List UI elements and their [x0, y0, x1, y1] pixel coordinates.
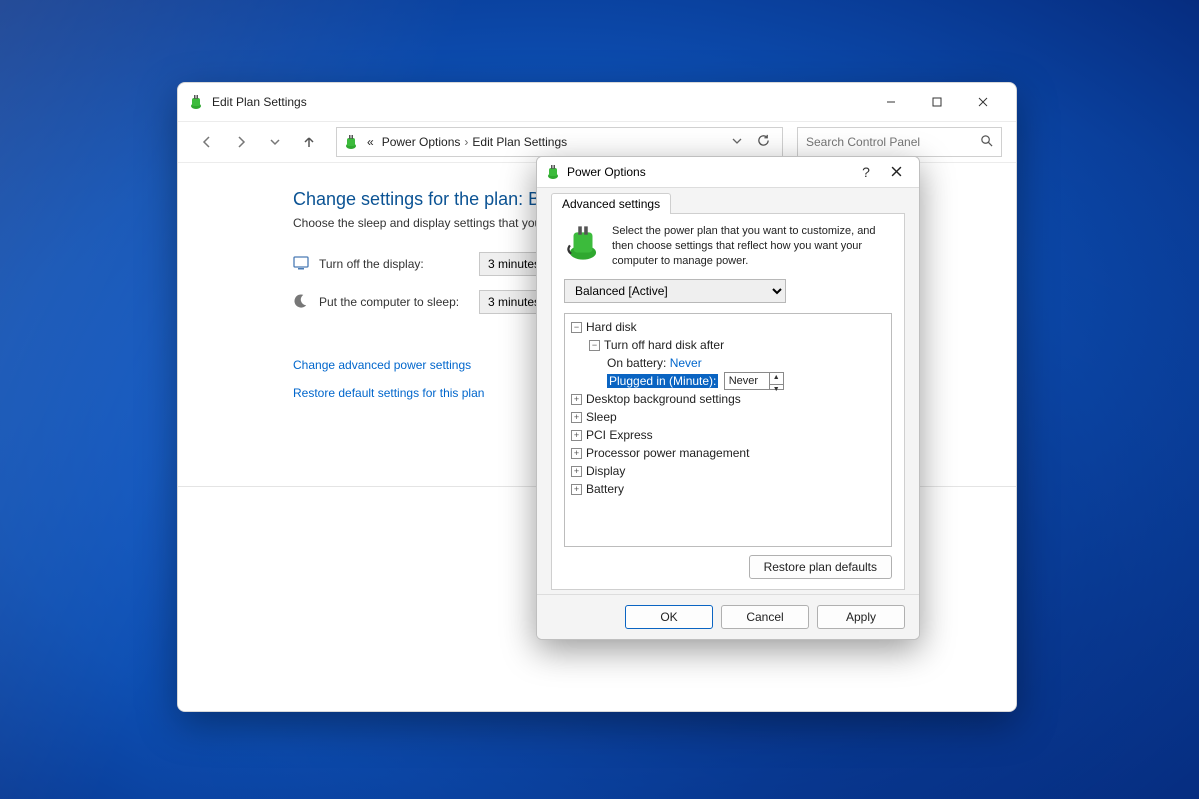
forward-button[interactable]	[226, 127, 256, 157]
window-title: Edit Plan Settings	[212, 95, 307, 109]
power-options-icon	[343, 134, 359, 150]
spinner-down[interactable]: ▼	[770, 385, 783, 396]
up-button[interactable]	[294, 127, 324, 157]
tree-turn-off-hd[interactable]: Turn off hard disk after	[604, 338, 724, 352]
refresh-button[interactable]	[750, 134, 776, 150]
back-button[interactable]	[192, 127, 222, 157]
expand-icon[interactable]: +	[571, 412, 582, 423]
power-options-dialog: Power Options ? Advanced settings Select…	[536, 156, 920, 640]
power-plan-icon	[564, 224, 602, 262]
expand-icon[interactable]: +	[571, 484, 582, 495]
power-plan-select[interactable]: Balanced [Active]	[564, 279, 786, 303]
titlebar: Edit Plan Settings	[178, 83, 1016, 121]
breadcrumb-power-options[interactable]: Power Options	[378, 135, 465, 149]
expand-icon[interactable]: +	[571, 466, 582, 477]
search-icon[interactable]	[980, 134, 993, 150]
address-dropdown[interactable]	[724, 135, 750, 149]
collapse-icon[interactable]: −	[589, 340, 600, 351]
on-battery-value[interactable]: Never	[670, 356, 702, 370]
cancel-button[interactable]: Cancel	[721, 605, 809, 629]
expand-icon[interactable]: +	[571, 430, 582, 441]
on-battery-label: On battery:	[607, 356, 666, 370]
search-input[interactable]	[806, 135, 980, 149]
expand-icon[interactable]: +	[571, 394, 582, 405]
address-bar[interactable]: « Power Options › Edit Plan Settings	[336, 127, 783, 157]
dialog-title: Power Options	[567, 165, 646, 179]
sleep-timeout-label: Put the computer to sleep:	[319, 295, 479, 309]
display-timeout-label: Turn off the display:	[319, 257, 479, 271]
display-icon	[293, 255, 313, 274]
breadcrumb-root[interactable]: «	[363, 135, 378, 149]
recent-dropdown[interactable]	[260, 127, 290, 157]
tree-processor[interactable]: Processor power management	[586, 446, 749, 460]
apply-button[interactable]: Apply	[817, 605, 905, 629]
breadcrumb-edit-plan[interactable]: Edit Plan Settings	[468, 135, 571, 149]
close-button[interactable]	[960, 86, 1006, 118]
expand-icon[interactable]: +	[571, 448, 582, 459]
help-button[interactable]: ?	[851, 164, 881, 180]
tab-panel: Select the power plan that you want to c…	[551, 213, 905, 590]
spinner-up[interactable]: ▲	[770, 373, 783, 385]
dialog-titlebar: Power Options ?	[537, 157, 919, 187]
dialog-intro-text: Select the power plan that you want to c…	[612, 224, 892, 269]
collapse-icon[interactable]: −	[571, 322, 582, 333]
plugged-in-label[interactable]: Plugged in (Minute):	[607, 374, 718, 388]
moon-icon	[293, 293, 313, 311]
search-box[interactable]	[797, 127, 1002, 157]
ok-button[interactable]: OK	[625, 605, 713, 629]
tree-sleep[interactable]: Sleep	[586, 410, 617, 424]
dialog-close-button[interactable]	[881, 164, 911, 180]
tree-display[interactable]: Display	[586, 464, 625, 478]
tree-battery[interactable]: Battery	[586, 482, 624, 496]
plugged-in-value[interactable]: Never	[725, 373, 769, 389]
tree-desktop-bg[interactable]: Desktop background settings	[586, 392, 741, 406]
plugged-in-spinner[interactable]: Never ▲ ▼	[724, 372, 784, 390]
dialog-footer: OK Cancel Apply	[537, 594, 919, 639]
tab-advanced-settings[interactable]: Advanced settings	[551, 193, 671, 214]
tree-hard-disk[interactable]: Hard disk	[586, 320, 637, 334]
minimize-button[interactable]	[868, 86, 914, 118]
maximize-button[interactable]	[914, 86, 960, 118]
power-options-icon	[545, 164, 561, 180]
restore-plan-defaults-button[interactable]: Restore plan defaults	[749, 555, 892, 579]
tree-pci[interactable]: PCI Express	[586, 428, 653, 442]
power-options-icon	[188, 94, 204, 110]
settings-tree[interactable]: −Hard disk −Turn off hard disk after On …	[564, 313, 892, 547]
